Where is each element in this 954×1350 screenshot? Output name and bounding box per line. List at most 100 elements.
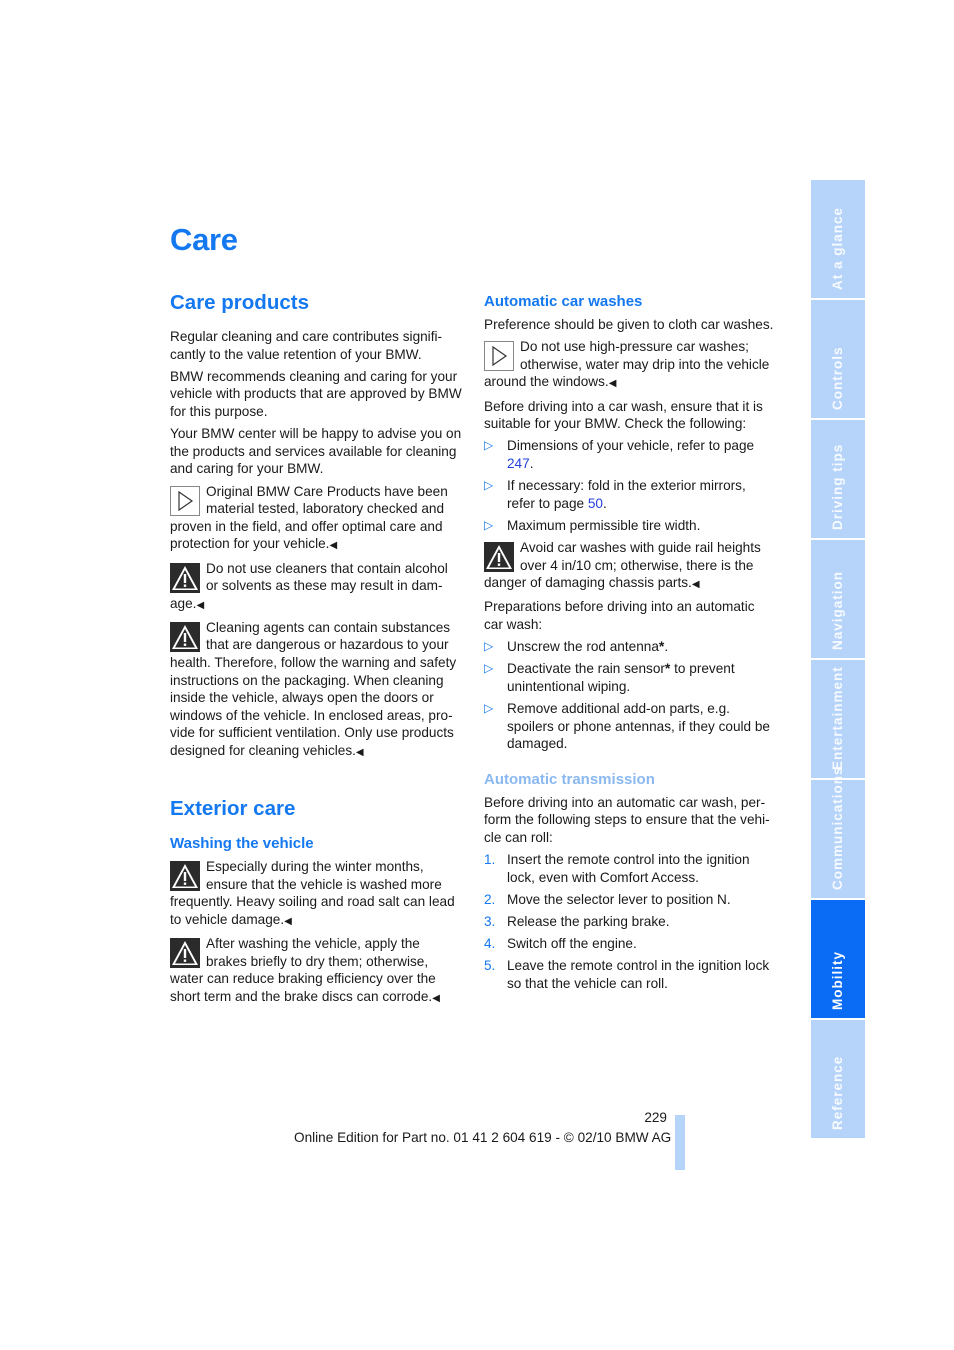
list-item-text: Insert the remote control into the ignit… [507,851,750,885]
warning-block: Do not use cleaners that contain alcohol… [170,560,462,615]
step-number: 3. [484,913,496,929]
paragraph: BMW recommends cleaning and caring for y… [170,368,462,419]
tab-communications[interactable]: Communications [811,766,865,898]
tab-label: Mobility [830,951,845,1010]
automatic-transmission-heading: Automatic transmission [484,770,655,788]
chapter-tabs: At a glance Controls Driving tips Naviga… [811,180,865,1140]
tab-label: At a glance [830,206,845,290]
list-item: 4. Switch off the engine. [484,935,776,953]
tab-navigation[interactable]: Navigation [811,540,865,658]
list-item-text: Remove additional add-on parts, e.g. spo… [507,701,770,752]
step-number: 4. [484,936,496,952]
warning-block: After washing the vehicle, apply the bra… [170,935,462,1007]
list-item: 2. Move the selector lever to position N. [484,891,776,909]
bullet-arrow-icon: ▷ [484,517,494,532]
tab-label: Entertainment [830,666,845,770]
bullet-arrow-icon: ▷ [484,438,494,453]
note-block: Original BMW Care Products have been mat… [170,483,462,555]
end-mark-icon: ◀ [284,916,292,927]
list-item-text: . [602,495,607,511]
list-item-text: If necessary: fold in the exterior mirro… [507,478,746,511]
list-item-text: . [664,639,669,655]
page-link[interactable]: 247 [507,456,530,471]
preparations-list: ▷ Unscrew the rod antenna*. ▷ Deactivate… [484,638,776,753]
list-item: 1. Insert the remote control into the ign… [484,851,776,886]
list-item-text: Deactivate the rain sensor [507,661,665,677]
bullet-arrow-icon: ▷ [484,478,494,493]
exterior-care-heading: Exterior care [170,797,296,821]
step-number: 2. [484,891,496,907]
left-column: Care products Regular cleaning and care … [170,290,462,1012]
note-text: Do not use high-pressure car washes; oth… [484,339,770,390]
end-mark-icon: ◀ [329,540,338,552]
end-mark-icon: ◀ [432,992,440,1004]
list-item: ▷ Maximum permissible tire width. [484,517,776,535]
tab-label: Controls [830,346,845,411]
end-mark-icon: ◀ [608,378,617,390]
paragraph: Your BMW center will be happy to advise … [170,426,462,477]
list-item: ▷ Unscrew the rod antenna*. [484,638,776,656]
tab-mobility[interactable]: Mobility [811,900,865,1018]
list-item: ▷ If necessary: fold in the exterior mir… [484,477,776,512]
note-arrow-icon [170,485,200,516]
paragraph: Before driving into a car wash, ensure t… [484,398,763,432]
paragraph: Before driving into an automatic car was… [484,794,770,845]
warning-block: Cleaning agents can contain substances t… [170,619,462,762]
warning-triangle-icon [170,562,200,593]
right-column: Automatic car washes Preference should b… [484,292,776,997]
page-link[interactable]: 50 [588,496,603,511]
list-item: ▷ Deactivate the rain sensor* to prevent… [484,660,776,695]
warning-triangle-icon [170,861,200,892]
page-number: 229 [644,1110,667,1125]
list-item-text: Unscrew the rod antenna [507,639,659,655]
tab-label: Navigation [830,570,845,650]
tab-label: Reference [830,1055,845,1130]
tab-at-a-glance[interactable]: At a glance [811,180,865,298]
paragraph: Preference should be given to cloth car … [484,317,774,332]
steps-list: 1. Insert the remote control into the ign… [484,851,776,993]
tab-entertainment[interactable]: Entertainment [811,660,865,778]
list-item-text: Release the parking brake. [507,913,670,929]
list-item-text: Switch off the engine. [507,936,637,952]
paragraph: Regular cleaning and care contributes si… [170,329,443,362]
note-text: Original BMW Care Products have been mat… [170,483,448,552]
bullet-arrow-icon: ▷ [484,701,494,716]
list-item-text: . [529,455,534,471]
tab-label: Driving tips [830,443,845,530]
warning-text: Do not use cleaners that contain alcohol… [170,560,448,611]
warning-triangle-icon [170,621,200,652]
warning-text: Cleaning agents can contain substances t… [170,619,457,759]
footer-bar [675,1115,685,1170]
warning-triangle-icon [170,938,200,969]
list-item: ▷ Dimensions of your vehicle, refer to p… [484,437,776,472]
end-mark-icon: ◀ [691,579,700,591]
checks-list: ▷ Dimensions of your vehicle, refer to p… [484,437,776,534]
bullet-arrow-icon: ▷ [484,639,494,654]
list-item-text: Move the selector lever to position N. [507,891,731,907]
list-item: 5. Leave the remote control in the igniti… [484,957,776,992]
automatic-car-washes-heading: Automatic car washes [484,293,643,310]
end-mark-icon: ◀ [355,747,364,759]
tab-label: Communications [830,766,845,890]
page-title: Care [170,222,238,257]
washing-vehicle-heading: Washing the vehicle [170,835,314,853]
step-number: 1. [484,851,496,867]
bullet-arrow-icon: ▷ [484,661,494,676]
list-item-text: Maximum permissible tire width. [507,517,701,533]
warning-block: Especially during the winter months, ens… [170,858,462,930]
tab-reference[interactable]: Reference [811,1020,865,1138]
paragraph: Preparations before driving into an auto… [484,599,755,633]
warning-text: After washing the vehicle, apply the bra… [170,936,436,1004]
step-number: 5. [484,958,496,974]
list-item: 3. Release the parking brake. [484,913,776,931]
warning-triangle-icon [484,542,514,573]
note-arrow-icon [484,341,514,372]
list-item: ▷ Remove additional add-on parts, e.g. s… [484,700,776,753]
care-products-heading: Care products [170,291,309,314]
tab-driving-tips[interactable]: Driving tips [811,420,865,538]
end-mark-icon: ◀ [196,599,205,611]
warning-text: Especially during the winter months, ens… [170,859,455,927]
warning-block: Avoid car washes with guide rail heights… [484,539,776,594]
footer-text: Online Edition for Part no. 01 41 2 604 … [294,1130,672,1145]
tab-controls[interactable]: Controls [811,300,865,418]
